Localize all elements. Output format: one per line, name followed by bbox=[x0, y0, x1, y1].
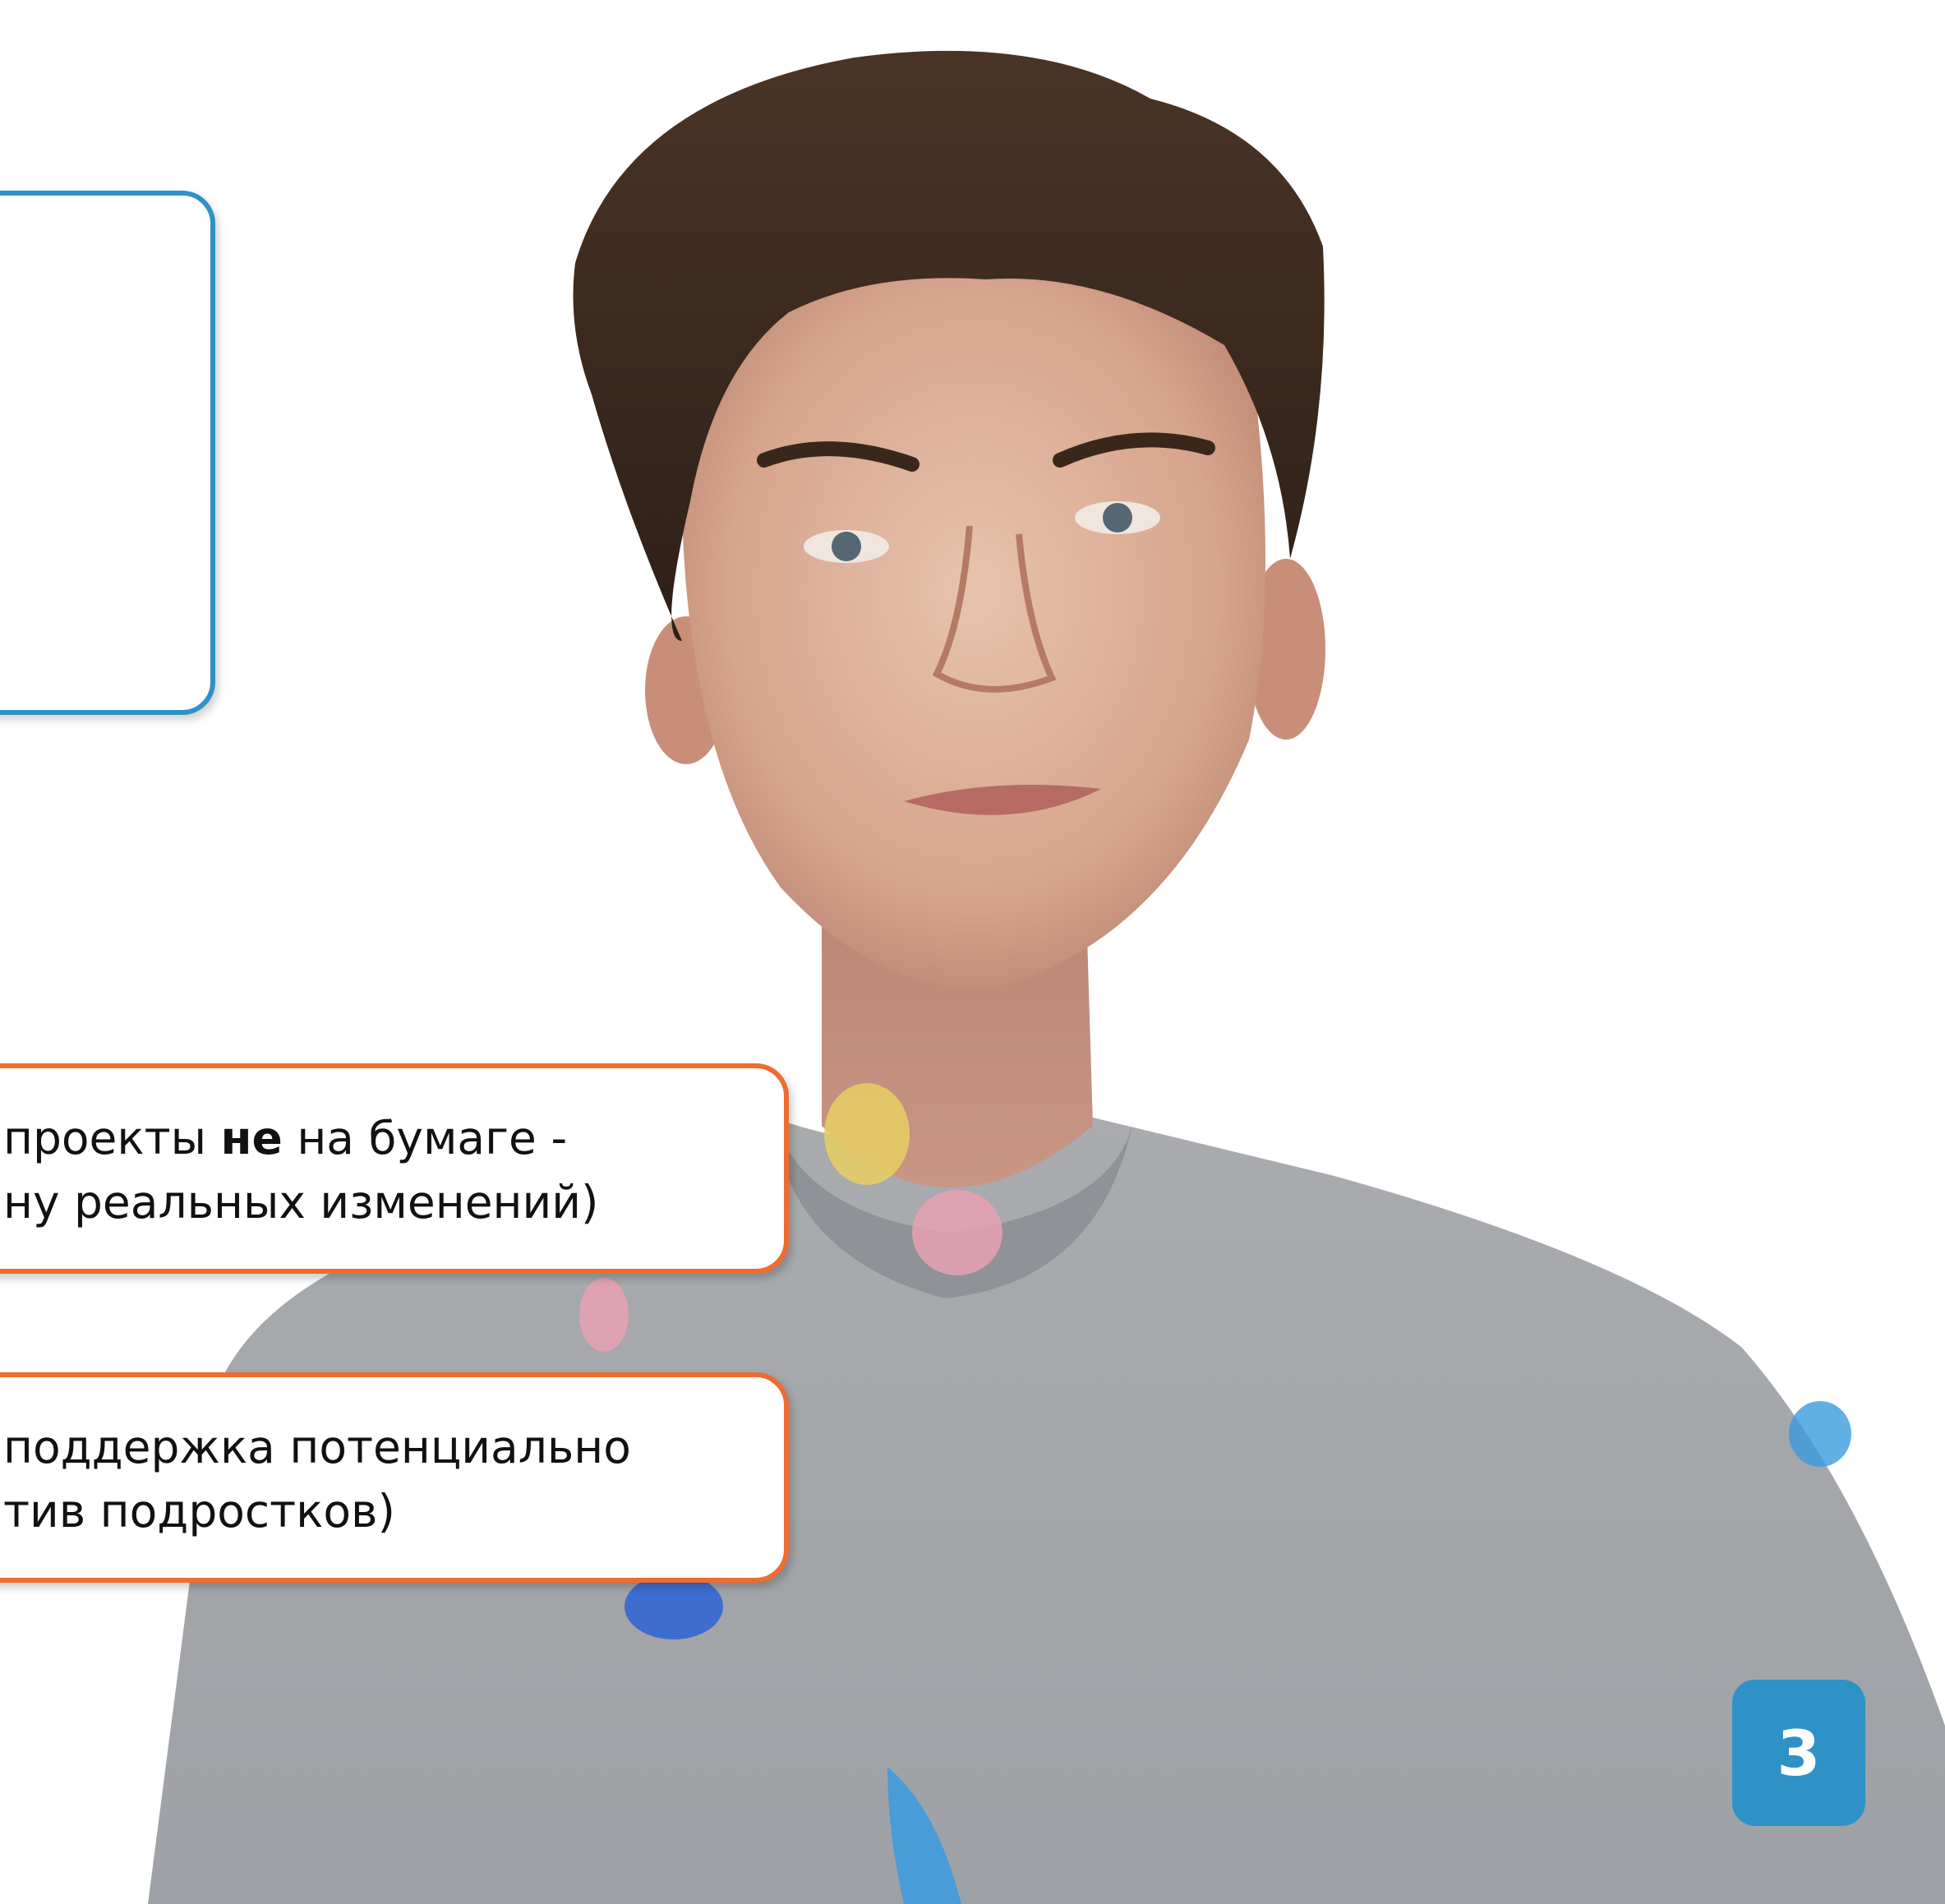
callout-1-line2: ну реальных изменений) bbox=[3, 1176, 599, 1229]
callout-card-2: поддержка потенциально тив подростков) bbox=[0, 1372, 789, 1583]
callout-1-line1-post: на бумаге - bbox=[282, 1112, 568, 1164]
callout-2-line1: поддержка потенциально bbox=[3, 1421, 631, 1473]
callout-2-line2: тив подростков) bbox=[3, 1485, 395, 1537]
callout-1-text: проекты не на бумаге - ну реальных измен… bbox=[3, 1106, 598, 1234]
portrait-photo bbox=[148, 50, 1945, 1904]
callout-card-1: проекты не на бумаге - ну реальных измен… bbox=[0, 1063, 789, 1274]
page-number-badge: 3 bbox=[1732, 1680, 1865, 1826]
callout-2-text: поддержка потенциально тив подростков) bbox=[3, 1415, 631, 1543]
callout-1-line1-bold: не bbox=[220, 1112, 283, 1164]
callout-1-line1-pre: проекты bbox=[3, 1112, 221, 1164]
info-panel bbox=[0, 191, 215, 715]
